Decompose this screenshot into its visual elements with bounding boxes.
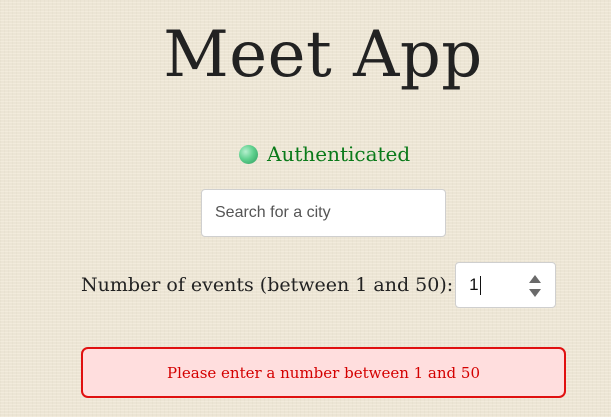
number-spinner[interactable] [529, 275, 542, 297]
chevron-down-icon[interactable] [529, 289, 542, 297]
status-dot-icon [239, 144, 258, 164]
error-alert: Please enter a number between 1 and 50 [81, 347, 566, 398]
city-search-input[interactable] [201, 189, 446, 237]
chevron-up-icon[interactable] [529, 275, 542, 283]
number-of-events-row: Number of events (between 1 and 50): 1 [81, 262, 557, 308]
error-alert-message: Please enter a number between 1 and 50 [166, 363, 480, 382]
auth-status: Authenticated [239, 140, 410, 168]
number-of-events-input[interactable]: 1 [455, 262, 557, 308]
text-caret [479, 275, 481, 295]
number-of-events-label: Number of events (between 1 and 50): [81, 274, 454, 296]
auth-status-text: Authenticated [267, 142, 411, 166]
number-of-events-value: 1 [469, 275, 479, 294]
app-title: Meet App [163, 18, 483, 92]
